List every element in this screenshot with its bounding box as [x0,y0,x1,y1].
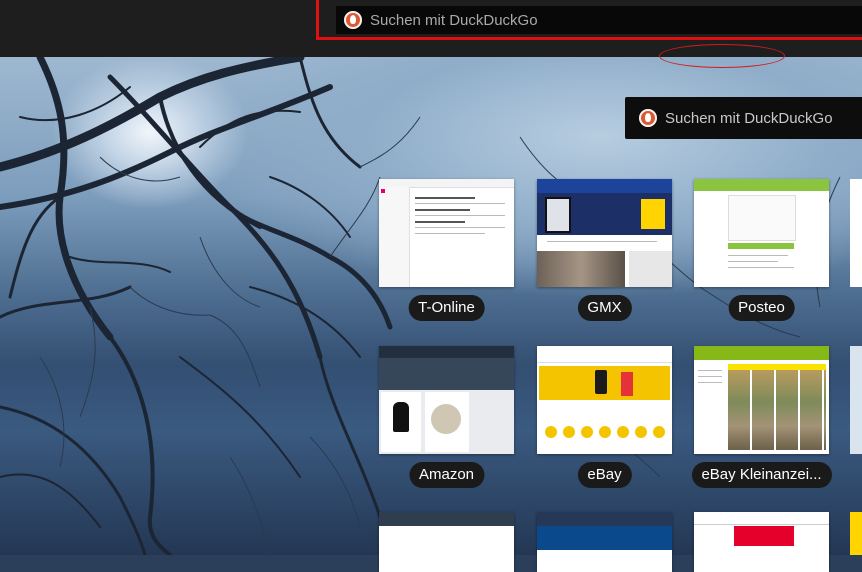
speed-dial-tile-partial[interactable] [850,512,862,555]
tile-thumbnail [694,346,829,454]
main-search-box[interactable]: Suchen mit DuckDuckGo [625,97,862,139]
tile-label: GMX [577,295,632,321]
tile-thumbnail [694,179,829,287]
main-search-placeholder: Suchen mit DuckDuckGo [665,109,833,127]
tile-thumbnail [379,179,514,287]
tile-thumbnail [379,512,514,572]
red-circle-annotation [659,44,785,68]
speed-dial-tile-partial[interactable] [850,346,862,454]
duckduckgo-icon [344,11,362,29]
speed-dial-tile-amazon[interactable]: Amazon [379,346,514,488]
tile-label: eBay [577,462,632,488]
tile-label: eBay Kleinanzei... [691,462,832,488]
tile-thumbnail [537,179,672,287]
tile-thumbnail [379,346,514,454]
speed-dial-tile-row3-3[interactable] [694,512,829,572]
speed-dial-tile-posteo[interactable]: Posteo [694,179,829,321]
tile-label: Amazon [408,462,485,488]
tile-label: Posteo [728,295,795,321]
address-search-placeholder: Suchen mit DuckDuckGo [370,11,538,29]
address-search-bar[interactable]: Suchen mit DuckDuckGo [336,6,862,34]
speed-dial-tile-partial[interactable] [850,179,862,287]
tile-thumbnail [537,512,672,572]
tile-label: T-Online [408,295,485,321]
speed-dial-tile-row3-1[interactable] [379,512,514,572]
duckduckgo-icon [639,109,657,127]
speed-dial-tile-gmx[interactable]: GMX [537,179,672,321]
tile-thumbnail [537,346,672,454]
speed-dial-tile-row3-2[interactable] [537,512,672,572]
speed-dial-tile-ebay-kleinanzeigen[interactable]: eBay Kleinanzei... [691,346,832,488]
speed-dial-tile-t-online[interactable]: T-Online [379,179,514,321]
speed-dial-tile-ebay[interactable]: eBay [537,346,672,488]
tile-thumbnail [694,512,829,572]
